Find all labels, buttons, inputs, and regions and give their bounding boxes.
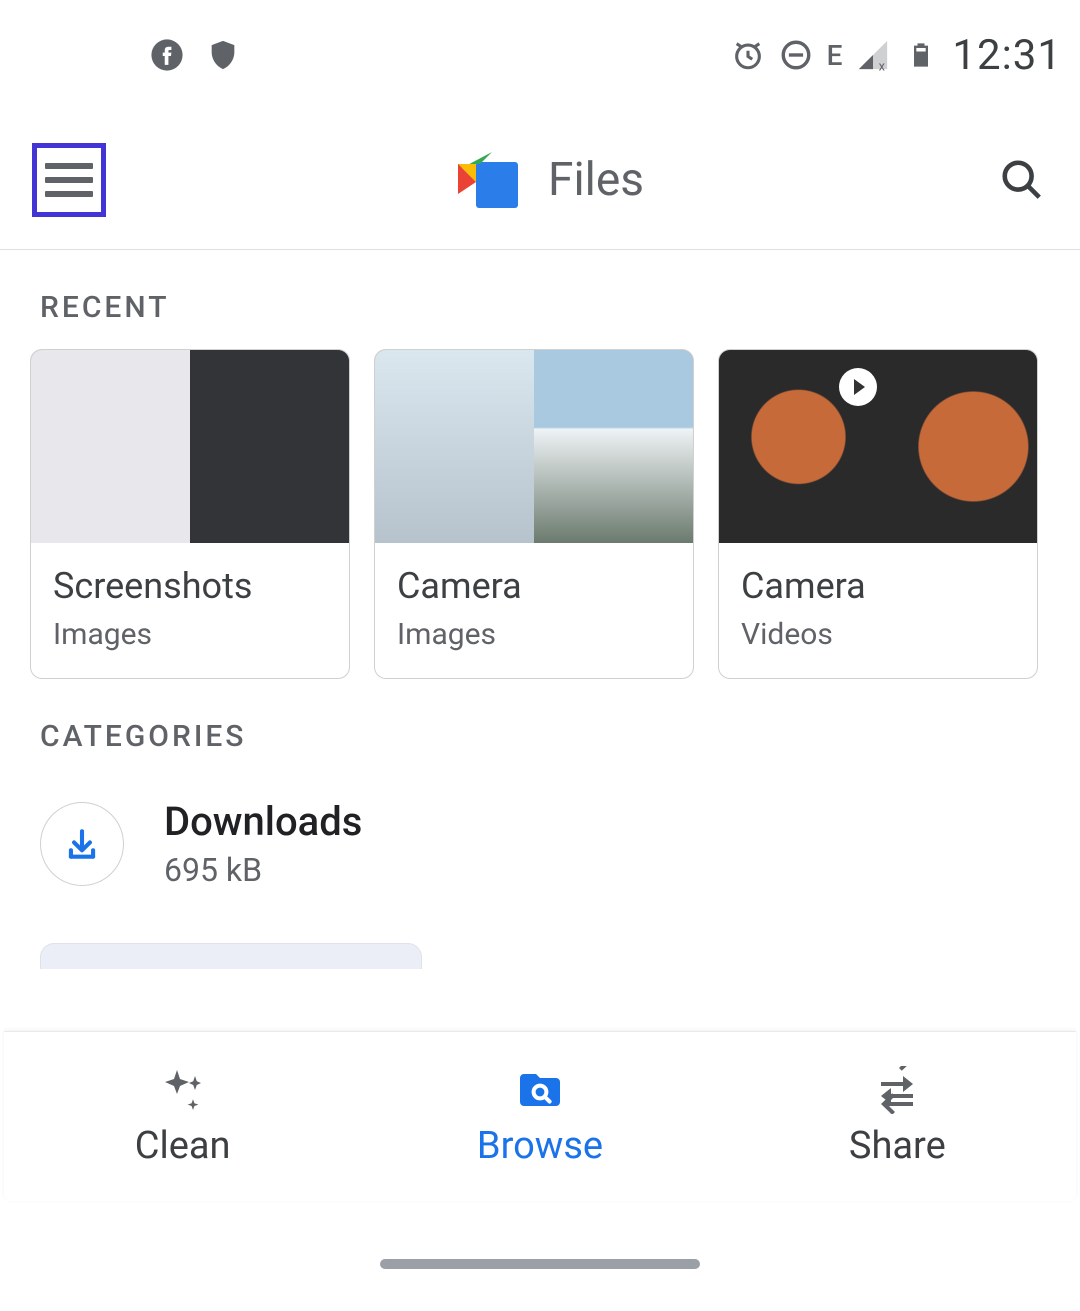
- svg-text:x: x: [879, 60, 886, 72]
- signal-icon: x: [856, 38, 890, 72]
- nav-share[interactable]: Share: [719, 1032, 1076, 1201]
- nav-label: Clean: [135, 1124, 231, 1168]
- card-title: Camera: [397, 565, 671, 607]
- app-title: Files: [548, 153, 644, 207]
- bottom-nav: Clean Browse Share: [4, 1031, 1076, 1201]
- thumbnail-grid: [31, 350, 349, 543]
- facebook-icon: [150, 38, 184, 72]
- card-title: Camera: [741, 565, 1015, 607]
- category-downloads[interactable]: Downloads 695 kB: [0, 778, 1080, 919]
- network-type-label: E: [827, 39, 843, 72]
- shield-icon: [206, 38, 240, 72]
- battery-icon: [904, 38, 938, 72]
- status-right: E x 12:31: [731, 31, 1062, 80]
- status-bar: E x 12:31: [0, 0, 1080, 110]
- search-icon: [999, 157, 1045, 203]
- nav-clean[interactable]: Clean: [4, 1032, 361, 1201]
- search-button[interactable]: [996, 154, 1048, 206]
- folder-search-icon: [512, 1066, 568, 1114]
- recent-card-screenshots[interactable]: Screenshots Images: [30, 349, 350, 679]
- card-subtitle: Images: [53, 617, 327, 652]
- recent-card-camera-videos[interactable]: Camera Videos: [718, 349, 1038, 679]
- menu-button[interactable]: [32, 143, 106, 217]
- dnd-icon: [779, 38, 813, 72]
- play-icon: [839, 368, 877, 406]
- nav-label: Share: [849, 1124, 946, 1168]
- clock-time: 12:31: [952, 31, 1062, 80]
- category-size: 695 kB: [164, 851, 362, 889]
- home-indicator[interactable]: [380, 1259, 700, 1269]
- category-title: Downloads: [164, 798, 362, 845]
- download-icon: [40, 802, 124, 886]
- thumbnail-grid: [375, 350, 693, 543]
- sparkle-icon: [155, 1066, 211, 1114]
- recent-row[interactable]: Screenshots Images Camera Images Camera …: [0, 349, 1080, 679]
- thumbnail-grid: [719, 350, 1037, 543]
- recent-header: RECENT: [0, 250, 1080, 349]
- card-title: Screenshots: [53, 565, 327, 607]
- categories-header: CATEGORIES: [0, 679, 1080, 778]
- recent-card-camera-images[interactable]: Camera Images: [374, 349, 694, 679]
- alarm-icon: [731, 38, 765, 72]
- swap-arrows-icon: [869, 1066, 925, 1114]
- nav-browse[interactable]: Browse: [361, 1032, 718, 1201]
- app-bar: Files: [0, 110, 1080, 250]
- app-title-area: Files: [106, 152, 996, 208]
- card-subtitle: Videos: [741, 617, 1015, 652]
- nav-label: Browse: [477, 1124, 603, 1168]
- hamburger-icon: [45, 163, 93, 197]
- card-subtitle: Images: [397, 617, 671, 652]
- partial-next-card: [40, 943, 422, 969]
- status-left: [150, 38, 240, 72]
- files-app-logo-icon: [458, 152, 518, 208]
